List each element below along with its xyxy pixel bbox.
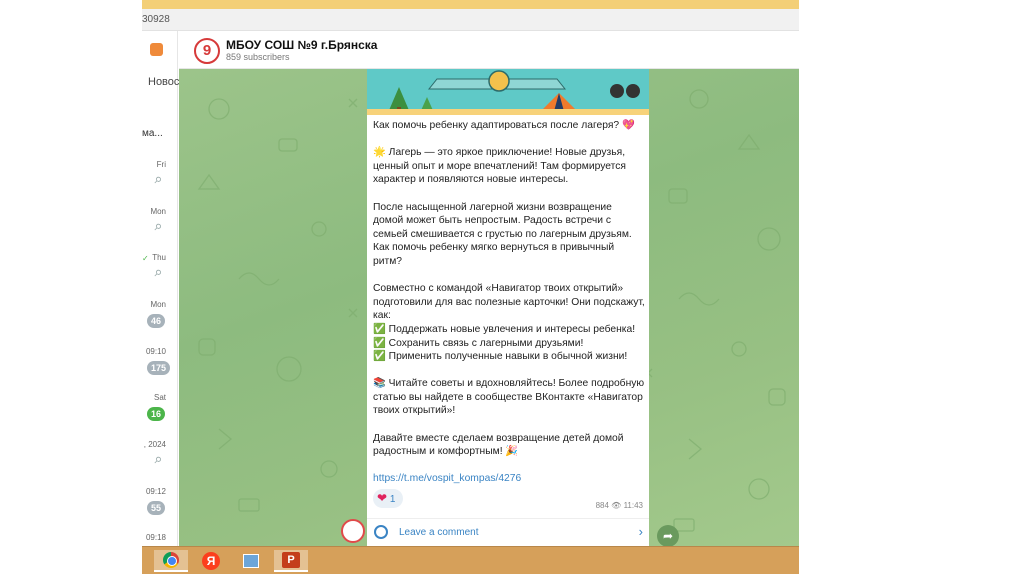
yandex-icon: Я (202, 552, 220, 570)
folder-icon[interactable] (150, 43, 163, 56)
message-link[interactable]: https://t.me/vospit_kompas/4276 (373, 473, 521, 484)
chat-snippet[interactable]: ма... (142, 128, 163, 139)
share-button[interactable]: ➦ (657, 525, 679, 547)
pin-icon: ⚲ (151, 267, 164, 280)
taskbar-chrome[interactable] (154, 550, 188, 572)
message-paragraph: Давайте вместе сделаем возвращение детей… (373, 432, 624, 458)
chat-time: Mon (150, 300, 166, 309)
sender-avatar[interactable] (341, 519, 365, 543)
comment-icon (374, 525, 388, 539)
chevron-right-icon: › (638, 524, 643, 539)
message-time: 11:43 (623, 501, 643, 510)
share-icon: ➦ (662, 529, 674, 543)
pin-icon: ⚲ (151, 221, 164, 234)
chat-time: 09:18 (145, 533, 166, 542)
pin-icon: ⚲ (151, 454, 164, 467)
chat-time: 09:10 (145, 347, 166, 356)
unread-badge: 175 (147, 361, 171, 375)
chat-time: Sat (153, 393, 166, 402)
message-paragraph: Совместно с командой «Навигатор твоих от… (373, 283, 645, 322)
camp-illustration (367, 69, 649, 115)
leave-comment-button[interactable]: Leave a comment › (367, 518, 649, 546)
subscriber-count: 859 subscribers (226, 52, 290, 62)
nav-label-news[interactable]: Новос (148, 76, 179, 88)
chat-time: Fri (156, 160, 166, 169)
image-viewer-icon (243, 554, 259, 568)
taskbar-image-viewer[interactable] (234, 550, 268, 572)
chat-time: Mon (150, 207, 166, 216)
heart-icon: ❤ (377, 491, 388, 505)
taskbar: Я P (142, 546, 799, 574)
message-paragraph: 🌟 Лагерь — это яркое приключение! Новые … (373, 147, 626, 186)
channel-header[interactable]: 9 МБОУ СОШ №9 г.Брянска 859 subscribers (179, 31, 799, 69)
chat-time: , 2024 (143, 440, 166, 449)
chrome-icon (163, 552, 179, 568)
reaction-chip[interactable]: ❤ 1 (373, 489, 403, 508)
channel-title: МБОУ СОШ №9 г.Брянска (226, 38, 378, 52)
taskbar-powerpoint[interactable]: P (274, 550, 308, 572)
message-card: Как помочь ребенку адаптироваться после … (367, 69, 649, 546)
channel-avatar[interactable]: 9 (194, 38, 220, 64)
reaction-count: 1 (389, 494, 396, 505)
comment-label: Leave a comment (399, 527, 479, 538)
taskbar-yandex[interactable]: Я (194, 550, 228, 572)
post-image[interactable] (367, 69, 649, 115)
app-window: 30928 Новос ма... Fri ⚲ Mon ⚲ ✓ Thu ⚲ Mo… (142, 0, 799, 574)
chat-list: Новос ма... Fri ⚲ Mon ⚲ ✓ Thu ⚲ Mon 46 0… (142, 31, 179, 546)
message-paragraph: После насыщенной лагерной жизни возвраще… (373, 201, 632, 267)
message-paragraph: 📚 Читайте советы и вдохновляйтесь! Более… (373, 378, 645, 417)
url-text: 30928 (142, 14, 170, 25)
chat-time: Thu (152, 253, 166, 262)
powerpoint-icon: P (282, 552, 300, 568)
eye-icon: 👁 (611, 501, 622, 510)
unread-badge: 16 (147, 407, 166, 421)
message-text: Как помочь ребенку адаптироваться после … (373, 119, 645, 486)
message-headline: Как помочь ребенку адаптироваться после … (373, 120, 635, 131)
pin-icon: ⚲ (151, 174, 164, 187)
bullet-item: ✅ Сохранить связь с лагерными друзьями! (373, 337, 584, 349)
message-meta: 884 👁 11:43 (596, 501, 643, 510)
unread-badge: 55 (147, 501, 166, 515)
bullet-item: ✅ Поддержать новые увлечения и интересы … (373, 323, 636, 335)
view-count: 884 (595, 501, 609, 510)
chat-time: 09:12 (145, 487, 166, 496)
unread-badge: 46 (147, 314, 166, 328)
window-top-strip (142, 0, 799, 9)
address-bar[interactable]: 30928 (142, 9, 799, 31)
bullet-item: ✅ Применить полученные навыки в обычной … (373, 351, 628, 363)
